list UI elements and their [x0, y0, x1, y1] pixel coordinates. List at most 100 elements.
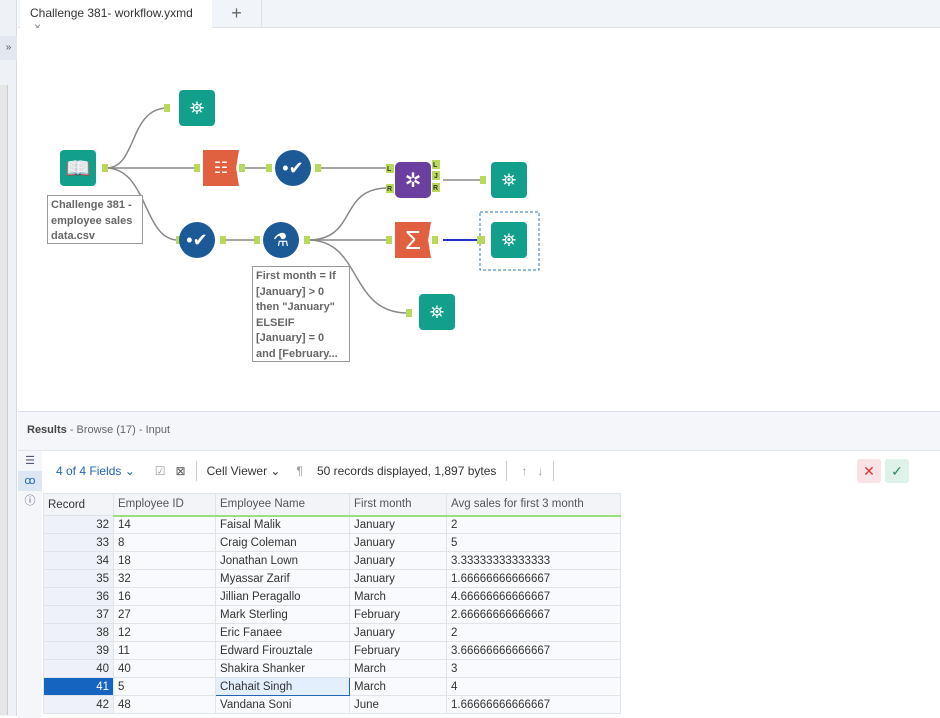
table-row[interactable]: 40 40 Shakira Shanker March 3	[43, 659, 621, 678]
table-cell[interactable]: Vandana Soni	[215, 695, 350, 714]
table-cell[interactable]: 3.33333333333333	[446, 551, 621, 570]
table-cell[interactable]: 4	[446, 677, 621, 696]
table-cell[interactable]: Edward Firouztale	[215, 641, 350, 660]
table-row[interactable]: 34 18 Jonathan Lown January 3.33333333333333	[43, 551, 621, 570]
column-header[interactable]: Record	[43, 493, 114, 516]
record-number[interactable]: 36	[43, 587, 114, 606]
record-number[interactable]: 33	[43, 533, 114, 552]
check-all-icon[interactable]: ☑	[155, 464, 166, 478]
table-cell[interactable]: January	[349, 551, 447, 570]
table-row[interactable]: 35 32 Myassar Zarif January 1.66666666666667	[43, 569, 621, 588]
table-row[interactable]: 39 11 Edward Firouztale February 3.666666666…	[43, 641, 621, 660]
table-cell[interactable]: 5	[113, 677, 216, 696]
arrow-up-icon[interactable]: ↑	[521, 464, 527, 478]
browse-tool-4[interactable]: ⛯	[419, 294, 455, 330]
table-cell[interactable]: Mark Sterling	[215, 605, 350, 624]
table-cell[interactable]: 16	[113, 587, 216, 606]
table-cell[interactable]: 2.66666666666667	[446, 605, 621, 624]
left-panel-scrollbar[interactable]	[0, 85, 8, 715]
table-cell[interactable]: Faisal Malik	[215, 515, 350, 534]
table-cell[interactable]: Shakira Shanker	[215, 659, 350, 678]
table-cell[interactable]: Eric Fanaee	[215, 623, 350, 642]
record-number[interactable]: 34	[43, 551, 114, 570]
table-cell[interactable]: 3.66666666666667	[446, 641, 621, 660]
table-cell[interactable]: 1.66666666666667	[446, 695, 621, 714]
table-cell[interactable]: 8	[113, 533, 216, 552]
table-cell[interactable]: 18	[113, 551, 216, 570]
join-tool[interactable]: ✲	[395, 162, 431, 198]
table-cell[interactable]: 32	[113, 569, 216, 588]
table-cell[interactable]: 12	[113, 623, 216, 642]
table-cell[interactable]: 48	[113, 695, 216, 714]
uncheck-all-icon[interactable]: ⊠	[176, 464, 186, 478]
table-row[interactable]: 33 8 Craig Coleman January 5	[43, 533, 621, 552]
binoculars-icon[interactable]: ꝏ	[18, 471, 42, 491]
table-cell[interactable]: Jillian Peragallo	[215, 587, 350, 606]
browse-tool-1[interactable]: ⛯	[179, 90, 215, 126]
table-cell[interactable]: June	[349, 695, 447, 714]
table-cell[interactable]: 40	[113, 659, 216, 678]
table-cell[interactable]: Jonathan Lown	[215, 551, 350, 570]
data-cleansing-tool-2[interactable]: •✔	[179, 222, 215, 258]
binoculars-icon: ⛯	[429, 301, 445, 322]
column-header[interactable]: Avg sales for first 3 month	[446, 493, 621, 517]
browse-tool-2[interactable]: ⛯	[491, 162, 527, 198]
select-tool[interactable]: ☷	[203, 150, 239, 186]
fields-dropdown[interactable]: 4 of 4 Fields ⌄	[56, 464, 135, 478]
table-cell[interactable]: January	[349, 515, 447, 534]
table-row[interactable]: 38 12 Eric Fanaee January 2	[43, 623, 621, 642]
record-number[interactable]: 37	[43, 605, 114, 624]
tab-workflow[interactable]: Challenge 381- workflow.yxmd ×	[20, 0, 212, 34]
table-cell[interactable]: 2	[446, 515, 621, 534]
expand-panel-button[interactable]: »	[0, 36, 17, 60]
table-row[interactable]: 42 48 Vandana Soni June 1.66666666666667	[43, 695, 621, 714]
table-cell[interactable]: March	[349, 677, 447, 696]
table-cell[interactable]: February	[349, 605, 447, 624]
record-number[interactable]: 40	[43, 659, 114, 678]
column-header[interactable]: First month	[349, 493, 447, 517]
table-cell[interactable]: Craig Coleman	[215, 533, 350, 552]
record-number[interactable]: 41	[43, 677, 114, 696]
table-cell[interactable]: February	[349, 641, 447, 660]
new-tab-button[interactable]: +	[212, 0, 262, 28]
table-row[interactable]: 41 5 Chahait Singh March 4	[43, 677, 621, 696]
record-number[interactable]: 32	[43, 515, 114, 534]
record-number[interactable]: 35	[43, 569, 114, 588]
table-row[interactable]: 32 14 Faisal Malik January 2	[43, 515, 621, 534]
cell-viewer-dropdown[interactable]: Cell Viewer ⌄	[207, 464, 281, 478]
pilcrow-icon[interactable]: ¶	[296, 464, 302, 478]
browse-tool-3-selected[interactable]: ⛯	[491, 222, 527, 258]
workflow-canvas[interactable]: L R L J R 📖 ⛯ ☷ •✔ ✲ ⛯ •✔ ⚗ Σ ⛯ ⛯ Challe…	[18, 28, 940, 411]
input-data-tool[interactable]: 📖	[60, 150, 96, 186]
column-header[interactable]: Employee Name	[215, 493, 350, 517]
arrow-down-icon[interactable]: ↓	[537, 464, 543, 478]
table-cell[interactable]: 3	[446, 659, 621, 678]
cancel-button[interactable]: ✕	[857, 459, 881, 483]
record-number[interactable]: 39	[43, 641, 114, 660]
table-cell[interactable]: 4.66666666666667	[446, 587, 621, 606]
help-icon[interactable]: ⓘ	[18, 491, 42, 511]
column-header[interactable]: Employee ID	[113, 493, 216, 517]
table-cell[interactable]: 14	[113, 515, 216, 534]
accept-button[interactable]: ✓	[885, 459, 909, 483]
table-row[interactable]: 37 27 Mark Sterling February 2.6666666666666…	[43, 605, 621, 624]
table-cell[interactable]: March	[349, 659, 447, 678]
table-cell[interactable]: 2	[446, 623, 621, 642]
table-row[interactable]: 36 16 Jillian Peragallo March 4.666666666666…	[43, 587, 621, 606]
list-icon[interactable]: ☰	[18, 451, 42, 471]
summarize-tool[interactable]: Σ	[395, 222, 431, 258]
data-cleansing-tool-1[interactable]: •✔	[275, 150, 311, 186]
record-number[interactable]: 38	[43, 623, 114, 642]
table-cell[interactable]: Myassar Zarif	[215, 569, 350, 588]
formula-tool[interactable]: ⚗	[263, 222, 299, 258]
table-cell[interactable]: March	[349, 587, 447, 606]
record-number[interactable]: 42	[43, 695, 114, 714]
table-cell[interactable]: 11	[113, 641, 216, 660]
table-cell[interactable]: January	[349, 569, 447, 588]
table-cell[interactable]: January	[349, 533, 447, 552]
table-cell[interactable]: Chahait Singh	[215, 677, 350, 696]
table-cell[interactable]: 1.66666666666667	[446, 569, 621, 588]
table-cell[interactable]: January	[349, 623, 447, 642]
table-cell[interactable]: 5	[446, 533, 621, 552]
table-cell[interactable]: 27	[113, 605, 216, 624]
